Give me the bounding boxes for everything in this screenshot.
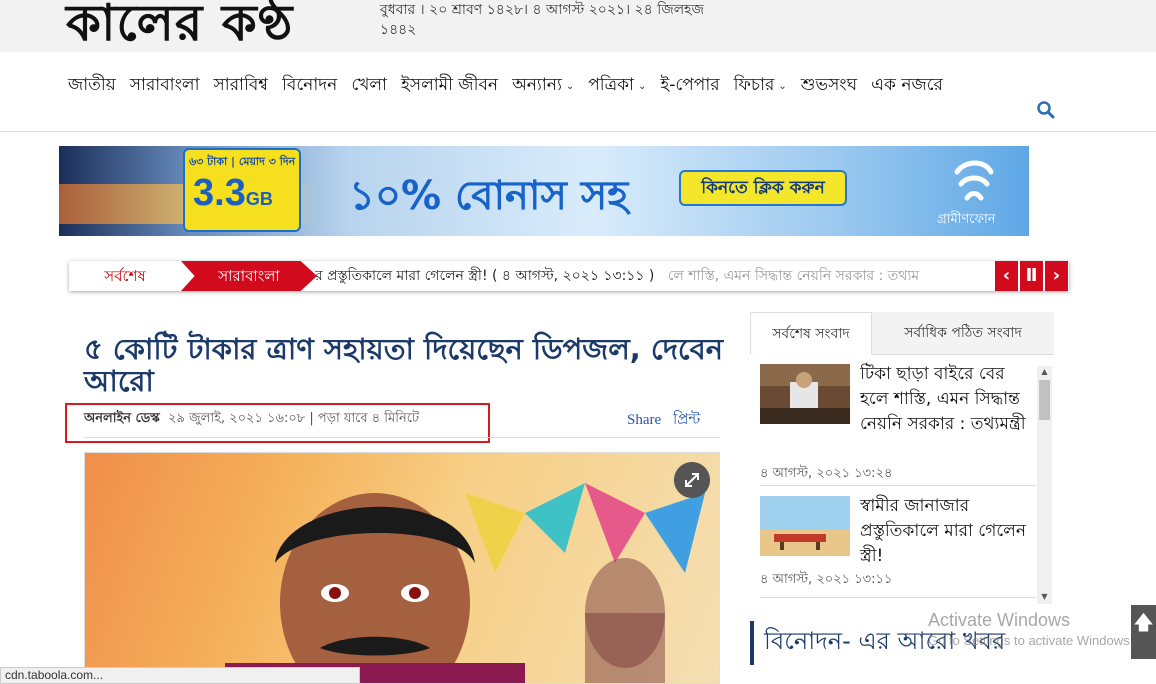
nav-item-label: পত্রিকা [588, 75, 634, 95]
article-meta: অনলাইন ডেস্ক ২৯ জুলাই, ২০২১ ১৬:০৮ | পড়া… [84, 411, 420, 426]
chevron-down-icon[interactable]: ⌄ [566, 81, 574, 92]
nav-item-9[interactable]: ফিচার ⌄ [734, 72, 787, 100]
chevron-down-icon[interactable]: ⌄ [778, 81, 786, 92]
print-button[interactable]: প্রিন্ট [673, 408, 700, 433]
date-line: বুধবার । ২০ শ্রাবণ ১৪২৮। ৪ আগস্ট ২০২১। ২… [380, 2, 705, 38]
grameenphone-logo-icon [954, 160, 994, 201]
nav-item-label: বিনোদন [282, 75, 338, 95]
article-date: ২৯ জুলাই, ২০২১ ১৬:০৮ [168, 411, 306, 426]
nav-item-label: জাতীয় [68, 75, 116, 95]
banner-pack-gb: 3.3GB [193, 172, 273, 215]
chevron-down-icon[interactable]: ⌄ [638, 81, 646, 92]
nav-item-label: ইসলামী জীবন [401, 75, 499, 95]
news-time: ৪ আগস্ট, ২০২১ ১৩:১১ [760, 572, 893, 587]
scroll-down-icon[interactable]: ▼ [1039, 592, 1050, 602]
main-nav: জাতীয় সারাবাংলা সারাবিশ্ব বিনোদন খেলা ইসলামী… [0, 52, 1156, 132]
nav-item-7[interactable]: পত্রিকা ⌄ [588, 72, 646, 100]
nav-item-2[interactable]: সারাবিশ্ব [214, 72, 268, 100]
ticker-headline[interactable]: র প্রস্তুতিকালে মারা গেলেন স্ত্রী! ( ৪ আ… [315, 268, 654, 284]
nav-item-label: এক নজরে [871, 75, 943, 95]
hero-illustration [225, 483, 705, 683]
article-read-time: পড়া যাবে ৪ মিনিটে [317, 411, 420, 426]
nav-item-label: অন্যান্য [512, 75, 562, 95]
nav-item-label: ই-পেপার [660, 75, 720, 95]
nav-item-label: ফিচার [733, 75, 775, 95]
article-author[interactable]: অনলাইন ডেস্ক [84, 411, 160, 426]
ticker-prev-button[interactable]: ‹ [995, 261, 1018, 291]
ticker-latest-label: সর্বশেষ [69, 261, 181, 291]
tab-most-read[interactable]: সর্বাধিক পঠিত সংবাদ [872, 312, 1054, 355]
nav-item-label: শুভসংঘ [800, 75, 858, 95]
news-title[interactable]: টিকা ছাড়া বাইরে বের হলে শাস্তি, এমন সিদ… [860, 362, 1036, 437]
banner-pack-badge: ৬৩ টাকা | মেয়াদ ৩ দিন 3.3GB [183, 148, 301, 232]
banner-pack-price: ৬৩ টাকা | মেয়াদ ৩ দিন [189, 155, 296, 168]
scrollbar-thumb[interactable] [1039, 380, 1050, 420]
news-ticker: সর্বশেষ সারাবাংলা র প্রস্তুতিকালে মারা গ… [69, 261, 1069, 291]
nav-item-label: সারাবাংলা [129, 75, 200, 95]
ticker-category[interactable]: সারাবাংলা [181, 261, 317, 291]
browser-status-bar: cdn.taboola.com... [0, 667, 360, 684]
nav-item-11[interactable]: এক নজরে [871, 72, 943, 100]
activate-title: Activate Windows [928, 610, 1071, 630]
activate-subtitle: Go to Settings to activate Windows. [928, 633, 1134, 648]
expand-icon[interactable] [674, 462, 710, 498]
sidebar-news-list: টিকা ছাড়া বাইরে বের হলে শাস্তি, এমন সিদ… [750, 356, 1036, 604]
sidebar-tabs: সর্বশেষ সংবাদ সর্বাধিক পঠিত সংবাদ [750, 312, 1054, 355]
tab-latest-news[interactable]: সর্বশেষ সংবাদ [750, 312, 872, 355]
article-headline: ৫ কোটি টাকার ত্রাণ সহায়তা দিয়েছেন ডিপজ… [84, 332, 724, 398]
news-thumbnail[interactable] [760, 364, 850, 424]
ticker-next-headline[interactable]: লে শাস্তি, এমন সিদ্ধান্ত নেয়নি সরকার : … [668, 268, 919, 284]
banner-pack-gb-value: 3.3 [193, 172, 246, 214]
ticker-next-button[interactable]: › [1045, 261, 1068, 291]
scroll-to-top-button[interactable]: 🡅 [1131, 605, 1156, 659]
ad-banner[interactable]: ৬৩ টাকা | মেয়াদ ৩ দিন 3.3GB ১০% বোনাস স… [59, 146, 1029, 236]
nav-item-10[interactable]: শুভসংঘ [801, 72, 857, 100]
banner-cta-button[interactable]: কিনতে ক্লিক করুন [679, 170, 847, 206]
nav-item-3[interactable]: বিনোদন [282, 72, 337, 100]
banner-brand-text: গ্রামীণফোন [937, 212, 996, 227]
search-icon[interactable] [1036, 100, 1056, 120]
ticker-controls: ‹ Ⅱ › [995, 261, 1068, 291]
activate-windows-watermark: Activate Windows Go to Settings to activ… [928, 610, 1133, 648]
news-title[interactable]: স্বামীর জানাজার প্রস্তুতিকালে মারা গেলেন… [860, 494, 1036, 569]
scroll-up-icon[interactable]: ▲ [1039, 367, 1050, 377]
ticker-pause-button[interactable]: Ⅱ [1020, 261, 1043, 291]
nav-item-label: সারাবিশ্ব [213, 75, 269, 95]
news-thumbnail[interactable] [760, 496, 850, 556]
nav-item-1[interactable]: সারাবাংলা [130, 72, 200, 100]
nav-item-4[interactable]: খেলা [351, 72, 387, 100]
top-header: কালের কণ্ঠ বুধবার । ২০ শ্রাবণ ১৪২৮। ৪ আগ… [0, 0, 1156, 52]
banner-pack-gb-unit: GB [245, 189, 273, 209]
nav-item-label: খেলা [351, 75, 387, 95]
sidebar-scrollbar[interactable]: ▲ ▼ [1037, 366, 1052, 604]
nav-item-0[interactable]: জাতীয় [68, 72, 116, 100]
banner-bonus-text: ১০% বোনাস সহ [349, 173, 629, 219]
share-button[interactable]: Share [627, 412, 661, 429]
divider [760, 597, 1036, 598]
divider [84, 437, 720, 438]
article-hero-image[interactable] [84, 452, 720, 684]
nav-items: জাতীয় সারাবাংলা সারাবিশ্ব বিনোদন খেলা ইসলামী… [68, 72, 943, 100]
nav-item-5[interactable]: ইসলামী জীবন [401, 72, 498, 100]
divider [760, 485, 1036, 486]
nav-item-8[interactable]: ই-পেপার [660, 72, 719, 100]
news-time: ৪ আগস্ট, ২০২১ ১৩:২৪ [760, 466, 893, 481]
ticker-text[interactable]: র প্রস্তুতিকালে মারা গেলেন স্ত্রী! ( ৪ আ… [315, 261, 995, 291]
nav-item-6[interactable]: অন্যান্য ⌄ [512, 72, 574, 100]
